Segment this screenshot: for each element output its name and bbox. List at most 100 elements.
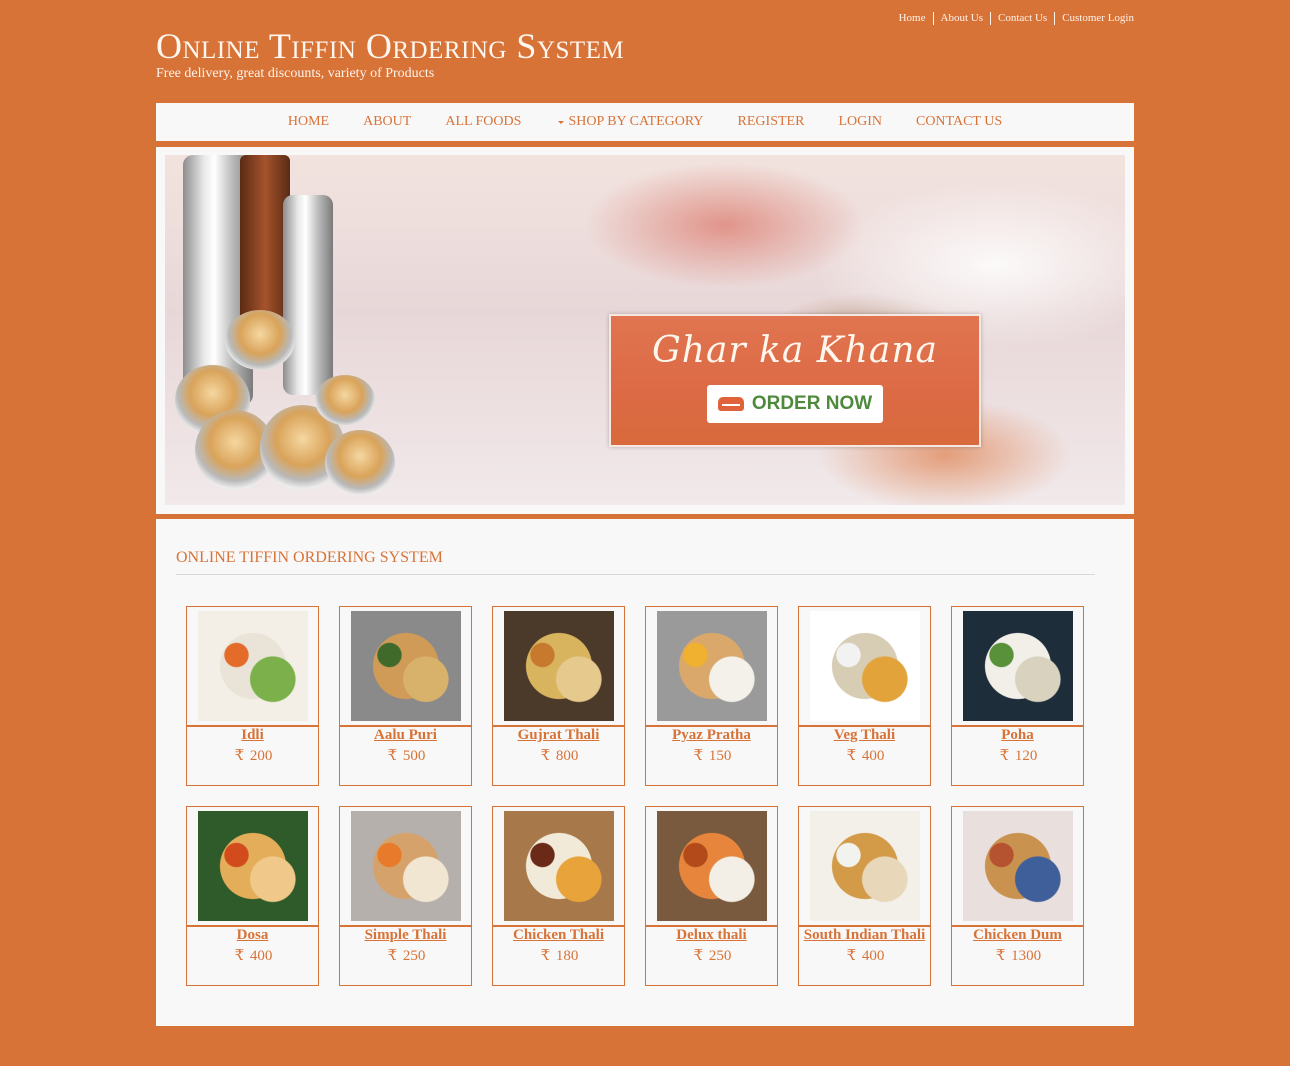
product-name-link[interactable]: Delux thali — [646, 927, 777, 944]
top-link-contact-us[interactable]: Contact Us — [989, 12, 1054, 25]
top-link-home[interactable]: Home — [892, 12, 933, 25]
product-price-value: 250 — [402, 948, 426, 964]
currency-symbol: ₹ — [693, 948, 704, 964]
product-price: ₹ 400 — [799, 946, 930, 965]
product-price-value: 1300 — [1011, 948, 1042, 964]
product-card: Aalu Puri ₹ 500 — [339, 606, 472, 786]
product-price-value: 250 — [708, 948, 732, 964]
product-card: Gujrat Thali ₹ 800 — [492, 606, 625, 786]
product-name-link[interactable]: Chicken Dum — [952, 927, 1083, 944]
top-link-about-us[interactable]: About Us — [932, 12, 990, 25]
product-price: ₹ 800 — [493, 746, 624, 765]
product-price: ₹ 1300 — [952, 946, 1083, 965]
nav-register[interactable]: REGISTER — [738, 103, 805, 141]
nav-about[interactable]: ABOUT — [363, 103, 411, 141]
product-price: ₹ 150 — [646, 746, 777, 765]
currency-symbol: ₹ — [387, 948, 398, 964]
nav-contact-us[interactable]: CONTACT US — [916, 103, 1002, 141]
promo-script-text: Ghar ka Khana — [652, 330, 938, 371]
product-card: Poha ₹ 120 — [951, 606, 1084, 786]
nav-shop-by-category[interactable]: SHOP BY CATEGORY — [558, 103, 704, 141]
product-name-link[interactable]: South Indian Thali — [799, 927, 930, 944]
top-links: Home About Us Contact Us Customer Login — [892, 12, 1134, 25]
gujrat-thali-image[interactable] — [504, 611, 614, 721]
caret-down-icon — [558, 120, 565, 124]
main-nav: HOME ABOUT ALL FOODS SHOP BY CATEGORY RE… — [156, 103, 1134, 144]
product-price: ₹ 180 — [493, 946, 624, 965]
dosa-image[interactable] — [198, 811, 308, 921]
product-card: Pyaz Pratha ₹ 150 — [645, 606, 778, 786]
chicken-dum-image[interactable] — [963, 811, 1073, 921]
product-price: ₹ 200 — [187, 746, 318, 765]
banner-container: Ghar ka Khana ORDER NOW — [156, 147, 1134, 514]
product-name-link[interactable]: Idli — [187, 727, 318, 744]
product-name-link[interactable]: Chicken Thali — [493, 927, 624, 944]
product-card: Veg Thali ₹ 400 — [798, 606, 931, 786]
bowl-decor — [315, 375, 375, 425]
bowl-decor — [325, 430, 395, 495]
product-price: ₹ 250 — [646, 946, 777, 965]
currency-symbol: ₹ — [540, 948, 551, 964]
product-name-link[interactable]: Dosa — [187, 927, 318, 944]
order-now-button[interactable]: ORDER NOW — [707, 385, 883, 423]
product-card: Dosa ₹ 400 — [186, 806, 319, 986]
simple-thali-image[interactable] — [351, 811, 461, 921]
pyaz-pratha-image[interactable] — [657, 611, 767, 721]
nav-home[interactable]: HOME — [288, 103, 329, 141]
product-price-value: 180 — [555, 948, 579, 964]
currency-symbol: ₹ — [846, 948, 857, 964]
main-content: ONLINE TIFFIN ORDERING SYSTEM Idli ₹ 200 A… — [156, 519, 1134, 1026]
product-card: Delux thali ₹ 250 — [645, 806, 778, 986]
currency-symbol: ₹ — [846, 748, 857, 764]
currency-symbol: ₹ — [995, 948, 1006, 964]
aalu-puri-image[interactable] — [351, 611, 461, 721]
product-price-value: 400 — [861, 948, 885, 964]
top-link-customer-login[interactable]: Customer Login — [1054, 12, 1134, 25]
product-price: ₹ 400 — [187, 946, 318, 965]
product-name-link[interactable]: Pyaz Pratha — [646, 727, 777, 744]
product-price-value: 500 — [402, 748, 426, 764]
currency-symbol: ₹ — [234, 948, 245, 964]
idli-image[interactable] — [198, 611, 308, 721]
section-divider — [176, 574, 1095, 575]
nav-all-foods[interactable]: ALL FOODS — [445, 103, 521, 141]
bowl-decor — [225, 310, 295, 370]
product-price-value: 200 — [249, 748, 273, 764]
chicken-thali-image[interactable] — [504, 811, 614, 921]
product-card: Simple Thali ₹ 250 — [339, 806, 472, 986]
product-card: South Indian Thali ₹ 400 — [798, 806, 931, 986]
product-card: Idli ₹ 200 — [186, 606, 319, 786]
product-name-link[interactable]: Gujrat Thali — [493, 727, 624, 744]
delux-thali-image[interactable] — [657, 811, 767, 921]
product-price-value: 800 — [555, 748, 579, 764]
product-price: ₹ 400 — [799, 746, 930, 765]
poha-image[interactable] — [963, 611, 1073, 721]
product-price-value: 150 — [708, 748, 732, 764]
currency-symbol: ₹ — [387, 748, 398, 764]
product-name-link[interactable]: Poha — [952, 727, 1083, 744]
site-tagline: Free delivery, great discounts, variety … — [156, 66, 435, 81]
tiffin-stack-decor — [283, 195, 333, 395]
south-indian-thali-image[interactable] — [810, 811, 920, 921]
product-price-value: 120 — [1014, 748, 1038, 764]
currency-symbol: ₹ — [234, 748, 245, 764]
currency-symbol: ₹ — [540, 748, 551, 764]
product-price: ₹ 500 — [340, 746, 471, 765]
product-price: ₹ 250 — [340, 946, 471, 965]
veg-thali-image[interactable] — [810, 611, 920, 721]
tiffin-box-icon — [717, 397, 744, 411]
product-price-value: 400 — [249, 948, 273, 964]
product-price-value: 400 — [861, 748, 885, 764]
hero-banner[interactable]: Ghar ka Khana ORDER NOW — [165, 155, 1125, 505]
product-name-link[interactable]: Simple Thali — [340, 927, 471, 944]
currency-symbol: ₹ — [999, 748, 1010, 764]
section-title: ONLINE TIFFIN ORDERING SYSTEM — [176, 549, 443, 566]
promo-card: Ghar ka Khana ORDER NOW — [609, 314, 981, 447]
product-card: Chicken Dum ₹ 1300 — [951, 806, 1084, 986]
currency-symbol: ₹ — [693, 748, 704, 764]
product-card: Chicken Thali ₹ 180 — [492, 806, 625, 986]
nav-login[interactable]: LOGIN — [838, 103, 882, 141]
product-name-link[interactable]: Aalu Puri — [340, 727, 471, 744]
site-title: Online Tiffin Ordering System — [156, 26, 625, 66]
product-name-link[interactable]: Veg Thali — [799, 727, 930, 744]
